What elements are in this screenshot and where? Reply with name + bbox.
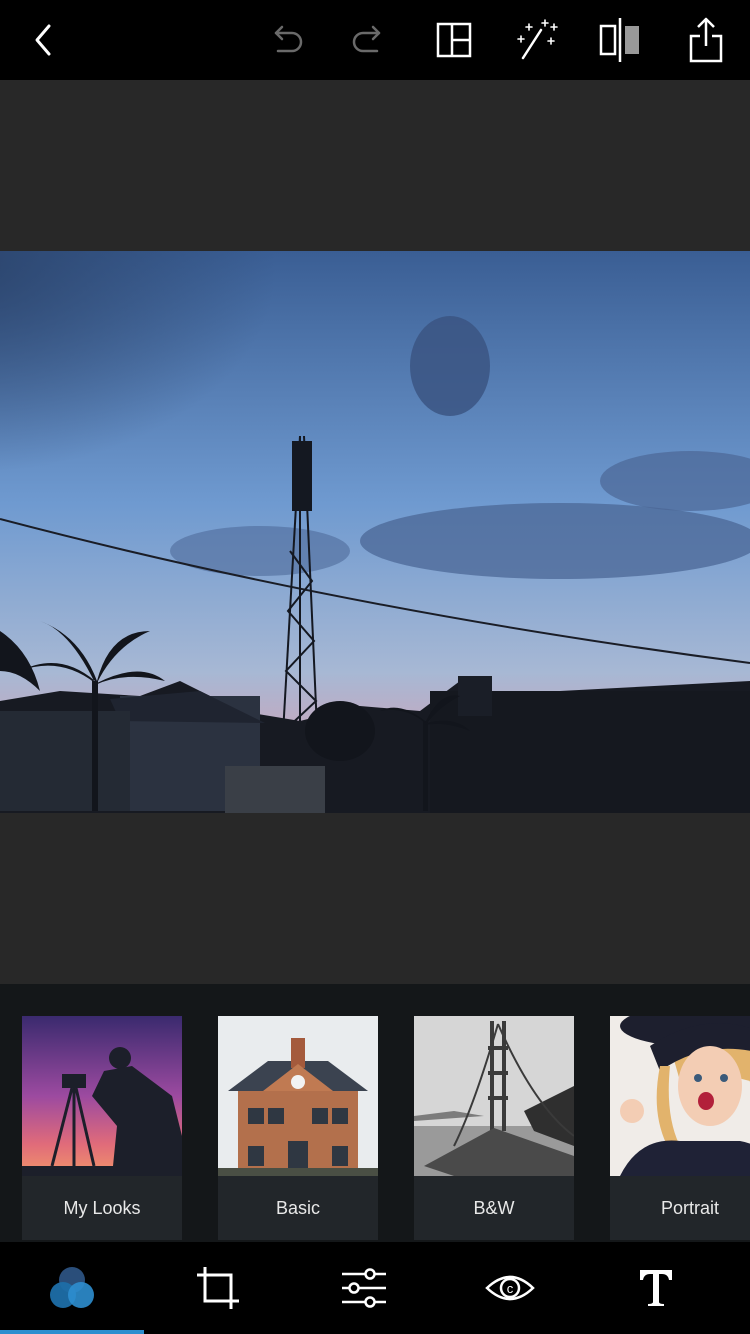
back-icon[interactable] [14, 0, 74, 80]
crop-icon[interactable] [146, 1242, 290, 1334]
look-label: B&W [473, 1197, 515, 1218]
top-toolbar [0, 0, 750, 80]
look-thumbnail-photographer-silhouette [22, 1016, 182, 1176]
compare-split-icon[interactable] [591, 0, 651, 80]
look-card-my-looks[interactable]: My Looks [22, 1016, 182, 1240]
bottom-tab-bar: c [0, 1242, 750, 1334]
redo-icon[interactable] [339, 0, 399, 80]
look-thumbnail-brick-house [218, 1016, 378, 1176]
look-label: My Looks [63, 1197, 141, 1218]
text-icon[interactable] [584, 1242, 728, 1334]
share-icon[interactable] [676, 0, 736, 80]
look-label: Portrait [660, 1197, 720, 1218]
auto-fix-magic-wand-icon[interactable] [507, 0, 567, 80]
eye-icon[interactable]: c [438, 1242, 582, 1334]
look-label: Basic [275, 1197, 320, 1218]
svg-text:c: c [507, 1281, 514, 1296]
looks-strip: My Looks Basic B&W Portrait [0, 984, 750, 1242]
look-card-bw[interactable]: B&W [414, 1016, 574, 1240]
edited-photo[interactable] [0, 251, 750, 813]
collage-layout-icon[interactable] [424, 0, 484, 80]
look-thumbnail-woman-hat [610, 1016, 750, 1176]
undo-icon[interactable] [256, 0, 316, 80]
look-card-portrait[interactable]: Portrait [610, 1016, 750, 1240]
adjustments-sliders-icon[interactable] [292, 1242, 436, 1334]
look-thumbnail-bridge [414, 1016, 574, 1176]
editing-canvas [0, 80, 750, 984]
looks-icon[interactable] [0, 1242, 144, 1334]
look-card-basic[interactable]: Basic [218, 1016, 378, 1240]
active-tab-indicator [0, 1330, 144, 1334]
